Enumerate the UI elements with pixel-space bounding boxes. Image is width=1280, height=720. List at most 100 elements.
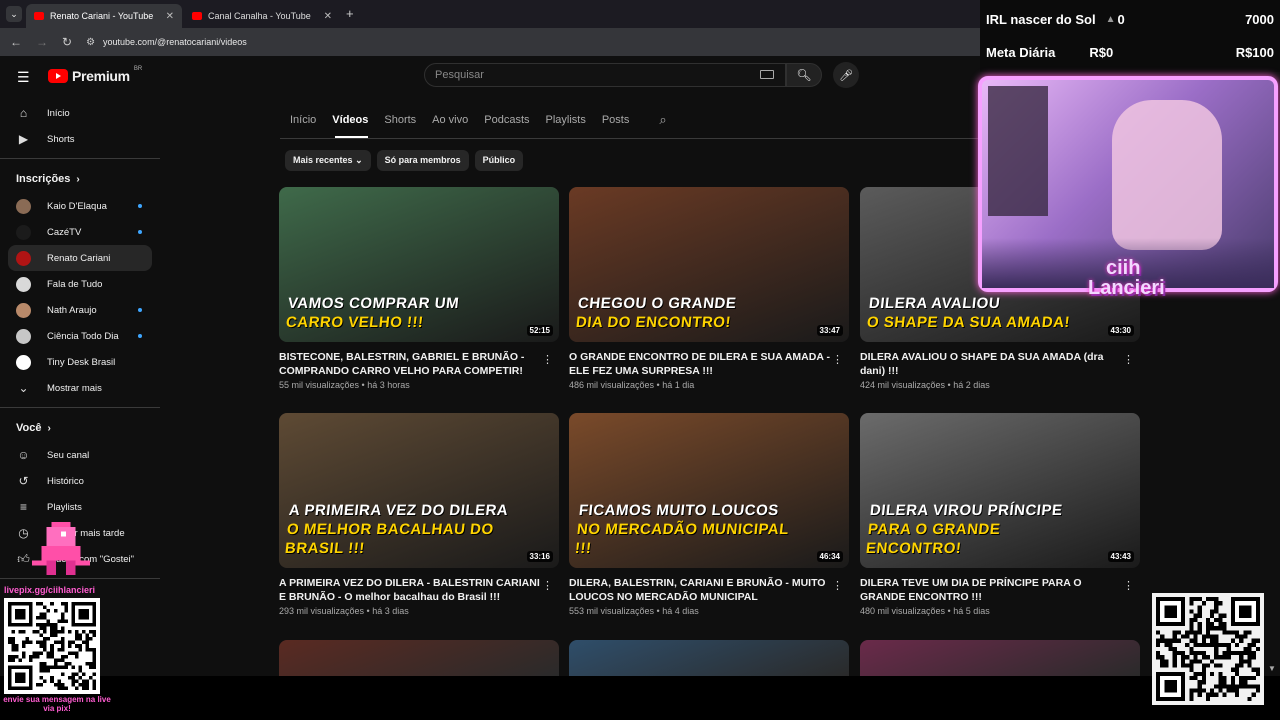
thumbnail-caption-line: PARA O GRANDE ENCONTRO! <box>865 521 1002 557</box>
url-field[interactable]: youtube.com/@renatocariani/videos <box>103 37 247 47</box>
sidebar-subscription-item[interactable]: Tiny Desk Brasil <box>8 349 152 375</box>
video-views: 424 mil visualizações <box>860 380 946 390</box>
channel-search-icon[interactable]: ⌕ <box>659 112 666 128</box>
reload-icon[interactable]: ↻ <box>62 35 72 49</box>
chip-members-only[interactable]: Só para membros <box>376 150 469 171</box>
tab-list-chevron-icon[interactable]: ⌄ <box>6 6 22 22</box>
tab-videos[interactable]: Vídeos <box>332 114 368 126</box>
sidebar-item-label: Renato Cariani <box>47 252 111 264</box>
you-header[interactable]: Você › <box>8 414 152 442</box>
video-duration: 33:16 <box>526 551 553 562</box>
tab-shorts[interactable]: Shorts <box>384 114 416 126</box>
site-info-icon[interactable]: ⚙ <box>86 37 95 48</box>
thumbnail-caption-line: DILERA VIROU PRÍNCIPE <box>869 502 1064 519</box>
livepix-qr-code <box>4 598 100 694</box>
sidebar-item-your-channel[interactable]: ☺ Seu canal <box>8 442 152 468</box>
streamer-name-line: ciih <box>1106 257 1141 279</box>
shorts-icon: ▶ <box>18 132 29 146</box>
video-card[interactable]: DILERA VIROU PRÍNCIPE PARA O GRANDE ENCON… <box>860 413 1140 616</box>
tab-home[interactable]: Início <box>290 114 316 126</box>
thumbnail-caption-line: CHEGOU O GRANDE <box>577 295 738 312</box>
video-card[interactable]: VAMOS COMPRAR UM CARRO VELHO !!! 52:15 BIST… <box>279 187 559 390</box>
new-tab-button[interactable]: + <box>346 6 354 21</box>
more-options-icon[interactable]: ⋮ <box>1123 353 1134 366</box>
video-title[interactable]: DILERA TEVE UM DIA DE PRÍNCIPE PARA O GR… <box>860 576 1122 604</box>
video-thumbnail[interactable]: A PRIMEIRA VEZ DO DILERA O MELHOR BACALHA… <box>279 413 559 568</box>
sidebar-item-history[interactable]: ↺ Histórico <box>8 468 152 494</box>
video-title[interactable]: BISTECONE, BALESTRIN, GABRIEL E BRUNÃO -… <box>279 350 541 378</box>
home-icon: ⌂ <box>19 106 28 120</box>
video-meta: 424 mil visualizações • há 2 dias <box>860 380 990 390</box>
video-card[interactable]: CHEGOU O GRANDE DIA DO ENCONTRO! 33:47 O GR… <box>569 187 849 390</box>
tab-playlists[interactable]: Playlists <box>546 114 586 126</box>
divider <box>0 158 160 159</box>
more-options-icon[interactable]: ⋮ <box>832 353 843 366</box>
sidebar-subscription-item[interactable]: Fala de Tudo <box>8 271 152 297</box>
video-title[interactable]: O GRANDE ENCONTRO DE DILERA E SUA AMADA … <box>569 350 831 378</box>
thumbnail-caption: DILERA AVALIOU O SHAPE DA SUA AMADA! <box>866 294 1090 332</box>
sidebar-item-shorts[interactable]: ▶ Shorts <box>8 126 152 152</box>
chevron-right-icon: › <box>47 422 51 434</box>
video-thumbnail[interactable]: DILERA VIROU PRÍNCIPE PARA O GRANDE ENCON… <box>860 413 1140 568</box>
more-options-icon[interactable]: ⋮ <box>1123 579 1134 592</box>
more-options-icon[interactable]: ⋮ <box>542 579 553 592</box>
subscriptions-header[interactable]: Inscrições › <box>8 165 152 193</box>
tab-posts[interactable]: Posts <box>602 114 630 126</box>
goal-target: 7000 <box>1245 12 1274 27</box>
sidebar-item-playlists[interactable]: ≡ Playlists <box>8 494 152 520</box>
scroll-down-arrow-icon[interactable]: ▼ <box>1268 664 1276 673</box>
video-thumbnail[interactable]: VAMOS COMPRAR UM CARRO VELHO !!! 52:15 <box>279 187 559 342</box>
sidebar-subscription-item[interactable]: CazéTV <box>8 219 152 245</box>
more-options-icon[interactable]: ⋮ <box>542 353 553 366</box>
playlist-icon: ≡ <box>19 500 27 514</box>
video-title[interactable]: A PRIMEIRA VEZ DO DILERA - BALESTRIN CAR… <box>279 576 541 604</box>
youtube-favicon-icon <box>192 12 202 20</box>
browser-tab-active[interactable]: Renato Cariani - YouTube ✕ <box>26 4 182 28</box>
microphone-icon: 🎤︎ <box>839 69 853 82</box>
chip-label: Mais recentes <box>293 155 353 165</box>
sidebar-subscription-item[interactable]: Nath Araujo <box>8 297 152 323</box>
show-more-button[interactable]: ⌄ Mostrar mais <box>8 375 152 401</box>
close-tab-icon[interactable]: ✕ <box>324 11 332 22</box>
video-thumbnail[interactable] <box>279 640 559 676</box>
chip-public[interactable]: Público <box>474 150 524 171</box>
sidebar-subscription-item[interactable]: Kaio D'Elaqua <box>8 193 152 219</box>
thumbnail-caption-line: DIA DO ENCONTRO! <box>575 314 732 331</box>
new-content-dot <box>138 334 142 338</box>
livepix-link: livepix.gg/ciihlancieri <box>4 585 96 595</box>
more-options-icon[interactable]: ⋮ <box>832 579 843 592</box>
chip-sort[interactable]: Mais recentes ⌄ <box>285 150 371 171</box>
video-thumbnail[interactable] <box>569 640 849 676</box>
shelf-shape <box>988 86 1048 216</box>
thumbnail-caption: FICAMOS MUITO LOUCOS NO MERCADÃO MUNICIPA… <box>574 501 800 558</box>
browser-tab[interactable]: Canal Canalha - YouTube ✕ <box>184 4 340 28</box>
voice-search-button[interactable]: 🎤︎ <box>833 62 859 88</box>
sidebar-subscription-item[interactable]: Renato Cariani <box>8 245 152 271</box>
forward-arrow-icon[interactable]: → <box>36 35 48 49</box>
video-title[interactable]: DILERA AVALIOU O SHAPE DA SUA AMADA (dra… <box>860 350 1122 378</box>
keyboard-icon[interactable] <box>760 70 774 79</box>
video-card[interactable]: A PRIMEIRA VEZ DO DILERA O MELHOR BACALHA… <box>279 413 559 616</box>
video-meta: 480 mil visualizações • há 5 dias <box>860 606 990 616</box>
video-thumbnail[interactable]: FICAMOS MUITO LOUCOS NO MERCADÃO MUNICIPA… <box>569 413 849 568</box>
goal-value: 0 <box>1117 12 1125 27</box>
video-age: há 5 dias <box>953 606 990 616</box>
tab-podcasts[interactable]: Podcasts <box>484 114 529 126</box>
video-thumbnail[interactable] <box>860 640 1140 676</box>
close-tab-icon[interactable]: ✕ <box>166 11 174 22</box>
video-meta: 486 mil visualizações • há 1 dia <box>569 380 695 390</box>
channel-avatar <box>16 198 31 214</box>
video-title[interactable]: DILERA, BALESTRIN, CARIANI E BRUNÃO - MU… <box>569 576 831 604</box>
search-input[interactable]: Pesquisar <box>424 63 786 87</box>
sidebar-subscription-item[interactable]: Ciência Todo Dia <box>8 323 152 349</box>
thumbnail-caption-line: VAMOS COMPRAR UM <box>287 295 460 312</box>
video-thumbnail[interactable]: CHEGOU O GRANDE DIA DO ENCONTRO! 33:47 <box>569 187 849 342</box>
search-button[interactable]: 🔍︎ <box>786 63 822 87</box>
video-card[interactable]: FICAMOS MUITO LOUCOS NO MERCADÃO MUNICIPA… <box>569 413 849 616</box>
back-arrow-icon[interactable]: ← <box>10 35 22 49</box>
tab-live[interactable]: Ao vivo <box>432 114 468 126</box>
sidebar-item-home[interactable]: ⌂ Início <box>8 100 152 126</box>
channel-avatar <box>16 302 31 318</box>
streamer-name-line: Lancieri <box>1088 277 1165 299</box>
thumbnail-caption: VAMOS COMPRAR UM CARRO VELHO !!! <box>285 294 509 332</box>
